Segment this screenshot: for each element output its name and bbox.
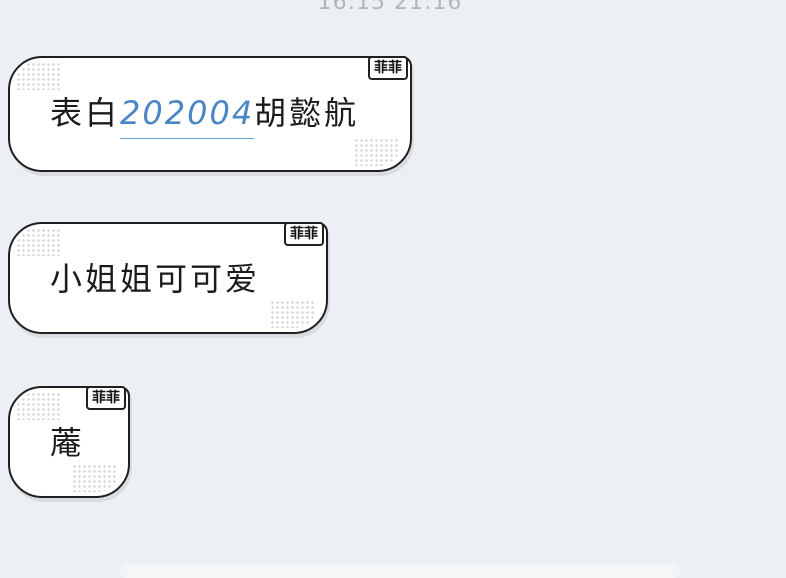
message-text: 蓭 xyxy=(50,424,86,462)
chat-bubble-3[interactable]: 菲菲 蓭 xyxy=(8,386,130,498)
sender-tag: 菲菲 xyxy=(368,56,408,80)
bottom-bar xyxy=(120,564,680,578)
chat-bubble-2[interactable]: 菲菲 小姐姐可可爱 xyxy=(8,222,328,334)
message-text: 表白202004胡懿航 xyxy=(50,88,360,139)
message-suffix: 胡懿航 xyxy=(254,94,360,132)
message-text: 小姐姐可可爱 xyxy=(50,260,261,298)
timestamp: 16:15 21:16 xyxy=(317,0,463,15)
sender-tag: 菲菲 xyxy=(86,386,126,410)
message-prefix: 表白 xyxy=(50,94,121,132)
message-link[interactable]: 202004 xyxy=(120,94,255,139)
sender-tag: 菲菲 xyxy=(284,222,324,246)
chat-bubble-1[interactable]: 菲菲 表白202004胡懿航 xyxy=(8,56,412,172)
